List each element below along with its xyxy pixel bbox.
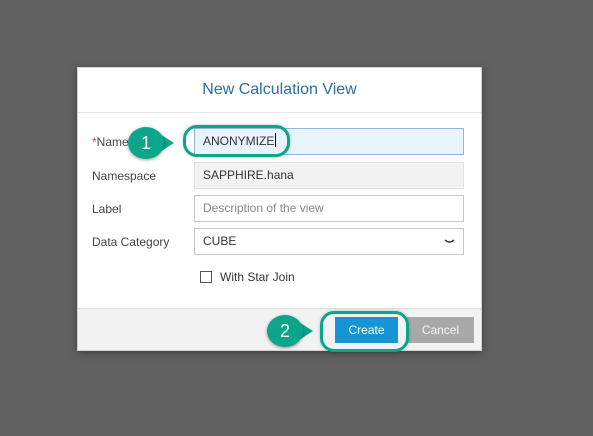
cancel-button[interactable]: Cancel xyxy=(407,317,474,343)
star-join-row: With Star Join xyxy=(200,270,295,284)
step1-badge: 1 xyxy=(128,127,164,159)
data-category-select[interactable]: CUBE xyxy=(194,228,464,255)
dialog-header: New Calculation View xyxy=(78,68,481,113)
namespace-row: Namespace SAPPHIRE.hana xyxy=(78,162,481,190)
step2-highlight xyxy=(320,311,409,352)
dialog-title: New Calculation View xyxy=(202,81,357,98)
star-join-label: With Star Join xyxy=(220,270,295,284)
namespace-label: Namespace xyxy=(92,169,157,183)
data-category-row: Data Category CUBE xyxy=(78,228,481,256)
namespace-field: SAPPHIRE.hana xyxy=(194,162,464,189)
data-category-label: Data Category xyxy=(92,235,170,249)
step1-highlight xyxy=(183,125,290,157)
star-join-checkbox[interactable] xyxy=(200,271,212,283)
new-calculation-view-dialog: New Calculation View *Name ANONYMIZE Nam… xyxy=(77,67,482,351)
step2-badge: 2 xyxy=(267,315,303,347)
label-row: Label Description of the view xyxy=(78,195,481,223)
name-label: *Name xyxy=(92,135,129,149)
label-input[interactable]: Description of the view xyxy=(194,195,464,222)
chevron-down-icon xyxy=(444,229,455,263)
label-label: Label xyxy=(92,202,122,216)
